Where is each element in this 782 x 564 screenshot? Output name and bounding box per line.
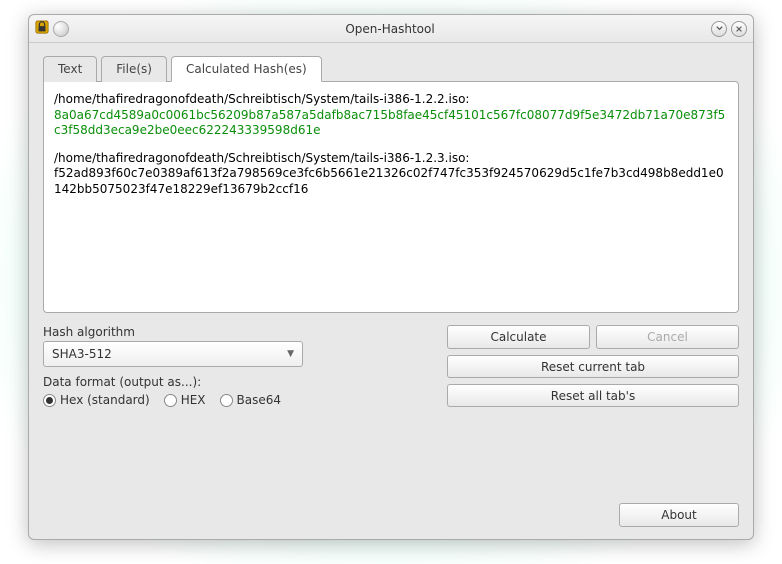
tab-files[interactable]: File(s) [101,56,167,82]
tab-bar: Text File(s) Calculated Hash(es) [43,56,739,82]
result-path: /home/thafiredragonofdeath/Schreibtisch/… [54,92,728,108]
app-icon [53,21,69,37]
reset-current-tab-button[interactable]: Reset current tab [447,355,739,378]
radio-icon [220,394,233,407]
radio-label: HEX [181,393,206,407]
lock-icon [35,20,49,37]
algorithm-label: Hash algorithm [43,325,433,339]
titlebar: Open-Hashtool [29,15,753,43]
content-area: Text File(s) Calculated Hash(es) /home/t… [29,43,753,495]
radio-icon [43,394,56,407]
result-entry: /home/thafiredragonofdeath/Schreibtisch/… [54,92,728,139]
format-radio-group: Hex (standard) HEX Base64 [43,393,433,407]
radio-label: Hex (standard) [60,393,150,407]
radio-label: Base64 [237,393,282,407]
result-hash: f52ad893f60c7e0389af613f2a798569ce3fc6b5… [54,166,728,197]
about-button[interactable]: About [619,503,739,527]
reset-all-tabs-button[interactable]: Reset all tab's [447,384,739,407]
result-path: /home/thafiredragonofdeath/Schreibtisch/… [54,151,728,167]
cancel-button[interactable]: Cancel [596,325,739,349]
lower-controls: Hash algorithm SHA3-512 ▼ Data format (o… [43,325,739,407]
window-title: Open-Hashtool [69,22,711,36]
results-panel[interactable]: /home/thafiredragonofdeath/Schreibtisch/… [43,81,739,313]
calculate-button[interactable]: Calculate [447,325,590,349]
radio-hex-upper[interactable]: HEX [164,393,206,407]
close-button[interactable] [731,21,747,37]
radio-icon [164,394,177,407]
radio-base64[interactable]: Base64 [220,393,282,407]
algorithm-select[interactable]: SHA3-512 ▼ [43,341,303,367]
tab-calculated-hashes[interactable]: Calculated Hash(es) [171,56,322,82]
result-hash: 8a0a67cd4589a0c0061bc56209b87a587a5dafb8… [54,108,728,139]
format-label: Data format (output as...): [43,375,433,389]
minimize-button[interactable] [711,21,727,37]
tab-text[interactable]: Text [43,56,97,82]
result-entry: /home/thafiredragonofdeath/Schreibtisch/… [54,151,728,198]
algorithm-value: SHA3-512 [52,347,112,361]
app-window: Open-Hashtool Text File(s) Calculated Ha… [28,14,754,540]
chevron-down-icon: ▼ [287,349,294,359]
radio-hex-standard[interactable]: Hex (standard) [43,393,150,407]
footer: About [29,495,753,539]
